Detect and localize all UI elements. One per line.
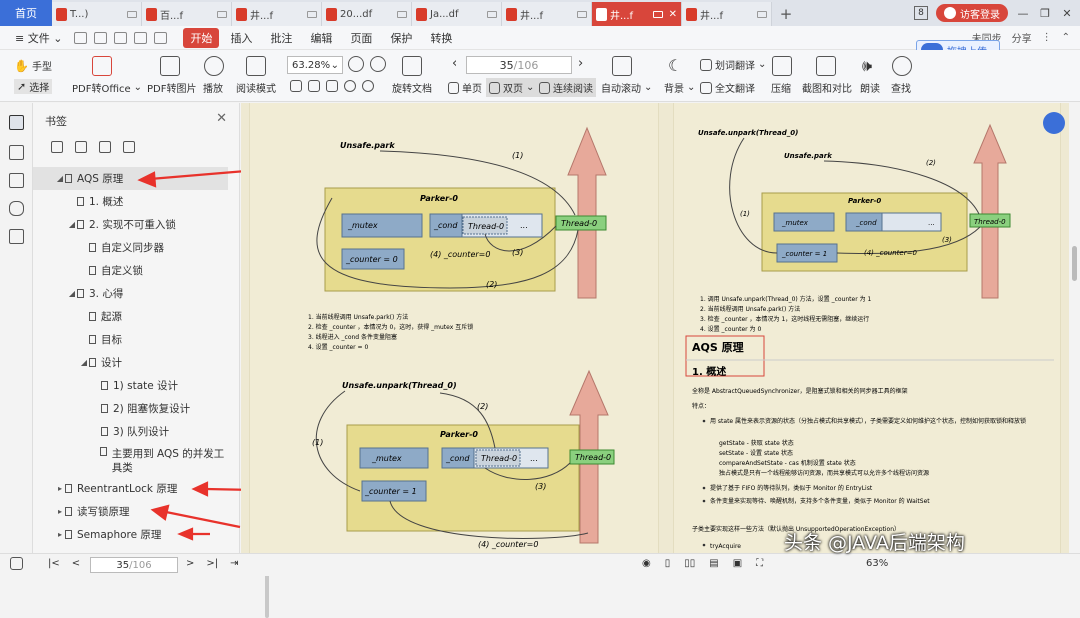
sidebar-toggle-icon[interactable] [10,557,23,570]
bullet-6: 提供了基于 FIFO 的等待队列，类似于 Monitor 的 EntryList [710,484,873,492]
d3-step2: (2) [926,159,936,167]
section-title: AQS 原理 [692,341,744,354]
d2-step3: (3) [535,482,546,491]
vertical-scrollbar[interactable] [1069,103,1080,553]
prev-page-icon[interactable]: < [72,558,80,569]
d3-counter: _counter = 1 [781,250,827,258]
eye-icon[interactable]: ◉ [642,558,651,569]
fit-icon[interactable]: ▣ [733,558,742,569]
d2-thread-in: Thread-0 [481,454,517,463]
right-note-2: 2. 当前线程调用 Unsafe.park() 方法 [700,305,800,313]
d3-mutex: _mutex [781,219,809,227]
next-page-icon[interactable]: > [186,558,194,569]
left-note-2: 2. 检查 _counter ，本情况为 0，这时，获得 _mutex 互斥锁 [308,323,473,331]
right-note-4: 4. 设置 _counter 为 0 [700,325,761,333]
document-view[interactable]: Parker-0 _mutex _cond Thread-0 ... _coun… [241,103,1069,553]
d3-box-title: Parker-0 [848,197,881,205]
page-right: Unsafe.unpark(Thread_0) Unsafe.park Park… [673,103,1061,553]
d1-step2: (2) [486,280,497,289]
d2-step2: (2) [477,402,488,411]
double-view-icon[interactable]: ▯▯ [684,558,695,569]
d3-step1: (1) [740,210,750,218]
left-note-1: 1. 当前线程调用 Unsafe.park() 方法 [308,313,408,321]
d3-title: Unsafe.unpark(Thread_0) [698,129,798,137]
d3-counter-label: (4) _counter=0 [864,249,917,257]
d2-step1: (1) [312,438,323,447]
d2-dots: ... [530,454,538,463]
bullet-1: 用 state 属性来表示资源的状态（分独占模式和共享模式），子类需要定义如何维… [710,417,1026,425]
float-action-button[interactable] [1043,112,1065,134]
d1-counter: _counter = 0 [345,255,398,264]
d1-dots: ... [520,221,528,230]
d1-mutex: _mutex [347,221,378,230]
feature-label: 特点： [692,402,710,410]
page-left: Parker-0 _mutex _cond Thread-0 ... _coun… [249,103,659,553]
d1-thread-in: Thread-0 [468,222,504,231]
zoom-status[interactable]: 63% [866,558,888,569]
bullet-4: compareAndSetState - cas 机制设置 state 状态 [719,459,856,467]
last-page-icon[interactable]: >| [206,558,218,569]
single-view-icon[interactable]: ▯ [665,558,671,569]
intro-text: 全称是 AbstractQueuedSynchronizer，是阻塞式锁和相关的… [692,387,908,395]
d3-step3: (3) [942,236,952,244]
try-acquire: tryAcquire [710,543,741,550]
d1-box-title: Parker-0 [420,194,458,203]
d3-thread: Thread-0 [974,218,1006,226]
d2-counter: _counter = 1 [364,487,417,496]
d1-cond: _cond [433,221,458,230]
d3-dots: ... [928,219,935,227]
d2-title: Unsafe.unpark(Thread_0) [342,381,457,390]
status-page-input[interactable]: 35/106 [90,557,178,573]
status-bar: |< < 35/106 > >| ⇥ ◉ ▯ ▯▯ ▤ ▣ ⛶ 63% [0,553,1080,576]
section-subtitle: 1. 概述 [692,365,726,378]
diagram-right: Unsafe.unpark(Thread_0) Unsafe.park Park… [685,123,1054,550]
left-note-3: 3. 线程进入 _cond 条件变量阻塞 [308,333,397,341]
status-page-current: 35 [116,559,130,571]
status-page-total: /106 [129,559,152,571]
d1-counter-label: (4) _counter=0 [430,250,490,259]
d1-step1: (1) [512,151,523,160]
export-icon[interactable]: ⇥ [230,558,238,569]
d2-box-title: Parker-0 [440,430,478,439]
d2-counter-label: (4) _counter=0 [478,540,538,549]
bullet-7: 条件变量来实现等待、唤醒机制，支持多个条件变量，类似于 Monitor 的 Wa… [710,497,930,505]
d2-thread: Thread-0 [575,453,611,462]
right-note-1: 1. 调用 Unsafe.unpark(Thread_0) 方法，设置 _cou… [700,295,871,303]
continuous-view-icon[interactable]: ▤ [709,558,718,569]
first-page-icon[interactable]: |< [48,558,60,569]
d3-cond: _cond [855,219,877,227]
left-note-4: 4. 设置 _counter = 0 [308,343,368,351]
bullet-2: getState - 获取 state 状态 [719,439,794,447]
d1-title: Unsafe.park [340,141,395,150]
d1-thread: Thread-0 [561,219,597,228]
d1-step3: (3) [512,248,523,257]
right-note-3: 3. 检查 _counter ，本情况为 1，这时线程无需阻塞，继续运行 [700,315,869,323]
d2-cond: _cond [445,454,470,463]
d3-sub: Unsafe.park [784,152,833,160]
diagram-left: Parker-0 _mutex _cond Thread-0 ... _coun… [308,126,615,549]
zoom-status-value: 63% [866,558,889,569]
watermark-text: 头条 @JAVA后端架构 [784,532,965,554]
bullet-5: 独占模式是只有一个线程能够访问资源，而共享模式可以允许多个线程访问资源 [719,469,929,477]
scrollbar-thumb[interactable] [1072,246,1077,281]
d2-mutex: _mutex [371,454,402,463]
fullscreen-icon[interactable]: ⛶ [756,558,763,569]
bullet-3: setState - 设置 state 状态 [719,449,793,457]
